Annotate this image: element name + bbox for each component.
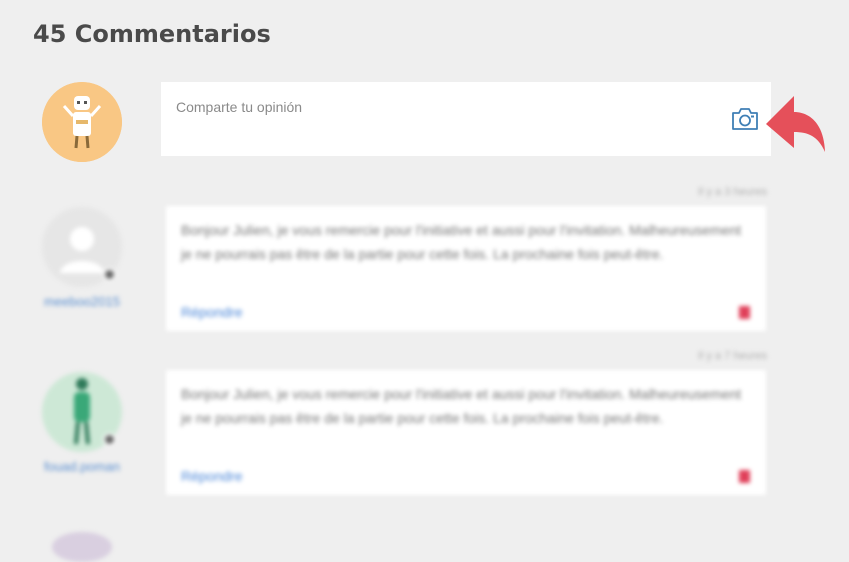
comment-text: Bonjour Julien, je vous remercie pour l'…: [181, 386, 742, 426]
comment-text: Bonjour Julien, je vous remercie pour l'…: [181, 222, 742, 262]
reply-link[interactable]: Répondre: [181, 304, 243, 320]
reply-link[interactable]: Répondre: [181, 468, 243, 484]
status-dot: [103, 433, 116, 446]
comment-composer[interactable]: Comparte tu opinión: [161, 82, 771, 156]
comment-card: Bonjour Julien, je vous remercie pour l'…: [166, 370, 766, 495]
composer-placeholder: Comparte tu opinión: [176, 99, 303, 115]
comment-card: Bonjour Julien, je vous remercie pour l'…: [166, 206, 766, 331]
robot-avatar-icon: [42, 82, 122, 162]
current-user-avatar: [42, 82, 122, 162]
next-commenter-avatar: [52, 532, 112, 562]
hint-arrow-icon: [762, 94, 828, 159]
status-dot: [103, 268, 116, 281]
delete-icon[interactable]: [739, 306, 750, 319]
commenter-username[interactable]: meeboo2015: [22, 294, 142, 309]
camera-icon[interactable]: [731, 107, 759, 131]
delete-icon[interactable]: [739, 470, 750, 483]
commenter-username[interactable]: fouad.poman: [22, 459, 142, 474]
comment-time: Il y a 3 heures: [697, 186, 767, 198]
comments-count-title: 45 Commentarios: [33, 20, 271, 48]
comment-item: Il y a 7 heures fouad.poman Bonjour Juli…: [0, 345, 849, 505]
comment-item: Il y a 3 heures meeboo2015 Bonjour Julie…: [0, 180, 849, 340]
comment-time: Il y a 7 heures: [697, 350, 767, 362]
